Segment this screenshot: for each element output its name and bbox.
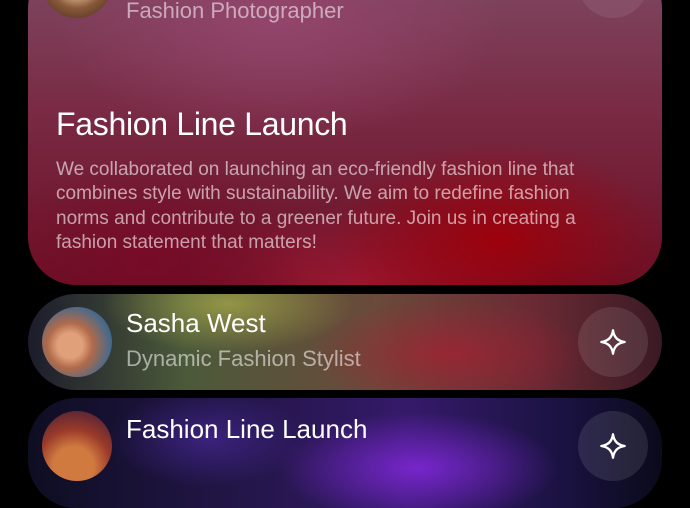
project-title: Fashion Line Launch [126, 414, 368, 444]
profile-role: Dynamic Fashion Stylist [126, 346, 361, 371]
sparkle-icon [600, 329, 626, 355]
expanded-project-card[interactable]: Fashion Photographer Fashion Line Launch… [28, 0, 662, 285]
project-card-launch[interactable]: Fashion Line Launch [28, 398, 662, 508]
avatar [42, 411, 112, 481]
avatar [42, 307, 112, 377]
card-description: We collaborated on launching an eco-frie… [56, 159, 576, 253]
profile-card-sasha[interactable]: Sasha West Dynamic Fashion Stylist [28, 294, 662, 390]
sparkle-button[interactable] [578, 307, 648, 377]
profile-role: Fashion Photographer [126, 0, 344, 23]
sparkle-button[interactable] [578, 0, 648, 18]
avatar [42, 0, 112, 18]
sparkle-button[interactable] [578, 411, 648, 481]
card-heading: Fashion Line Launch [56, 106, 348, 142]
profile-name: Sasha West [126, 308, 266, 338]
